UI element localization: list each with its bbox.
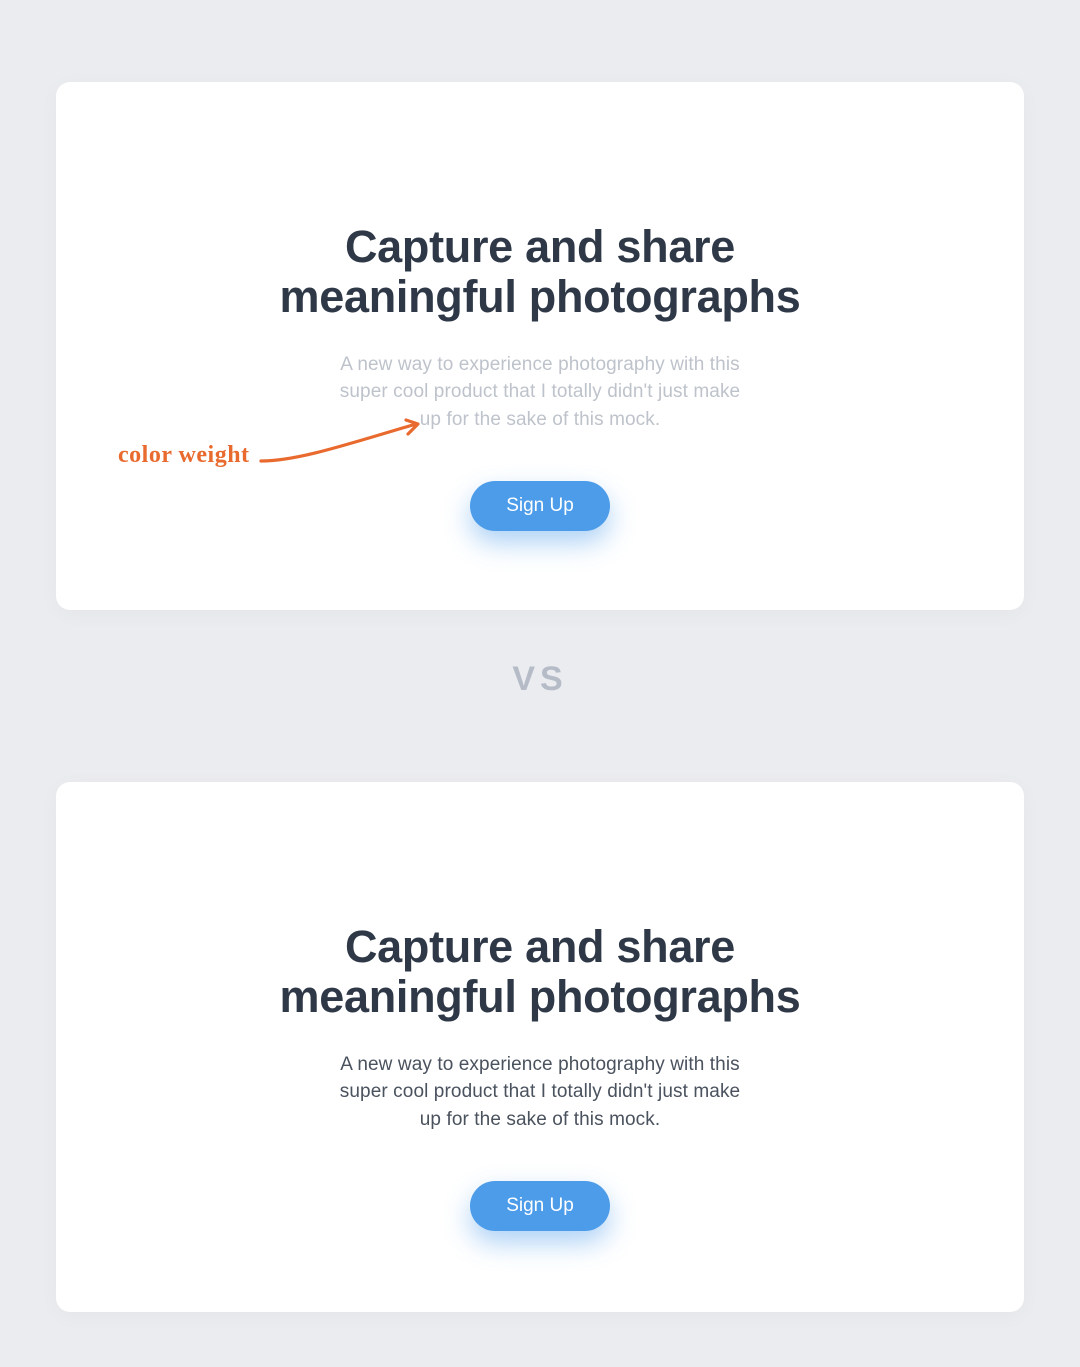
vs-divider: VS — [0, 660, 1080, 699]
sign-up-button[interactable]: Sign Up — [470, 481, 610, 531]
sign-up-button[interactable]: Sign Up — [470, 1181, 610, 1231]
annotation-label: color weight — [118, 442, 250, 469]
hero-card-dark-subtext: Capture and share meaningful photographs… — [56, 782, 1024, 1312]
headline-line-2: meaningful photographs — [280, 971, 801, 1022]
hero-subtext: A new way to experience photography with… — [335, 1051, 745, 1134]
headline-line-1: Capture and share — [345, 221, 735, 272]
hero-card-light-subtext: Capture and share meaningful photographs… — [56, 82, 1024, 610]
hero-headline: Capture and share meaningful photographs — [280, 222, 801, 323]
annotation-color-weight: color weight — [118, 442, 256, 469]
hero-headline: Capture and share meaningful photographs — [280, 922, 801, 1023]
arrow-icon — [258, 416, 428, 466]
headline-line-1: Capture and share — [345, 921, 735, 972]
headline-line-2: meaningful photographs — [280, 271, 801, 322]
